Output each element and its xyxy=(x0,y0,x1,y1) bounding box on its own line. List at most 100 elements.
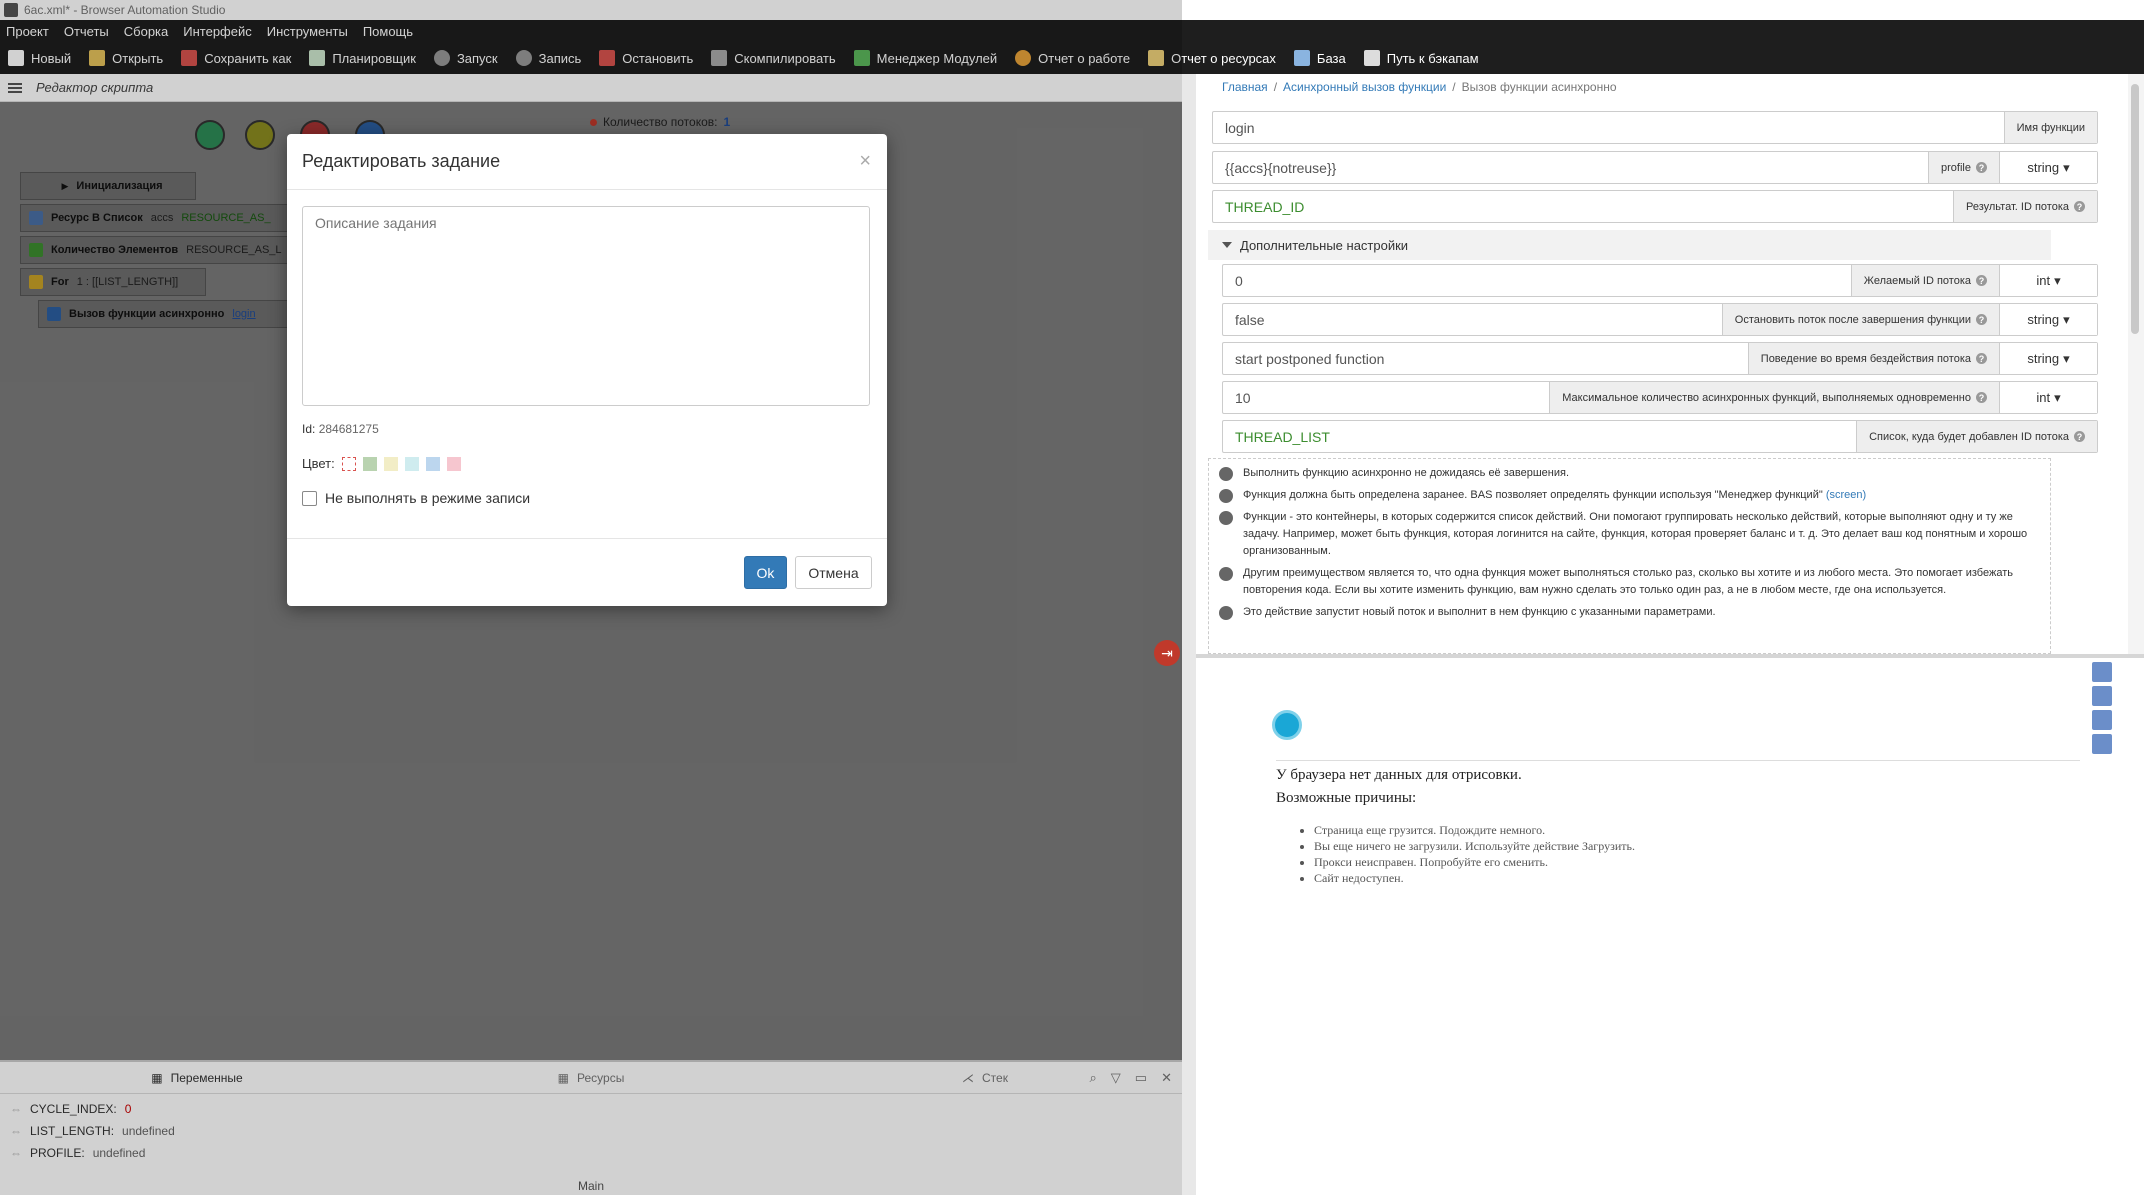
scrollbar-thumb[interactable] xyxy=(2131,84,2139,334)
info-item: Выполнить функцию асинхронно не дожидаяс… xyxy=(1219,465,2042,482)
divider xyxy=(1276,760,2080,761)
thread-id-type-value: int xyxy=(2036,273,2051,288)
info-item: Функция должна быть определена заранее. … xyxy=(1219,487,2042,504)
stop-thread-row: false Остановить поток после завершения … xyxy=(1222,303,2098,336)
function-name-label: Имя функции xyxy=(2003,112,2097,143)
color-swatch-none[interactable] xyxy=(341,456,356,471)
stop-thread-label: Остановить поток после завершения функци… xyxy=(1721,304,1999,335)
result-label-text: Результат. ID потока xyxy=(1965,200,2069,213)
thread-id-label-text: Желаемый ID потока xyxy=(1863,274,1971,287)
list-item: Вы еще ничего не загрузили. Используйте … xyxy=(1314,838,1635,854)
breadcrumb-async[interactable]: Асинхронный вызов функции xyxy=(1283,80,1446,94)
no-data-heading: У браузера нет данных для отрисовки. xyxy=(1276,767,1522,783)
thread-list-label: Список, куда будет добавлен ID потока? xyxy=(1856,421,2097,452)
color-swatch-blue[interactable] xyxy=(425,456,440,471)
advanced-settings-toggle[interactable]: Дополнительные настройки xyxy=(1208,230,2051,260)
thread-list-input[interactable]: THREAD_LIST xyxy=(1223,421,1856,452)
backup-path-button[interactable]: Путь к бэкапам xyxy=(1363,50,1479,66)
reasons-title: Возможные причины: xyxy=(1276,790,1417,806)
chevron-right-icon xyxy=(1219,606,1233,620)
task-description-input[interactable] xyxy=(302,206,870,406)
settings-icon[interactable] xyxy=(2092,734,2112,754)
help-icon[interactable]: ? xyxy=(1976,392,1987,403)
action-description: Выполнить функцию асинхронно не дожидаяс… xyxy=(1208,458,2051,654)
skip-in-record-checkbox[interactable] xyxy=(302,490,317,506)
idle-behavior-input[interactable]: start postponed function xyxy=(1223,343,1748,374)
database-icon xyxy=(1293,50,1310,66)
record-icon[interactable] xyxy=(2092,686,2112,706)
list-item: Страница еще грузится. Подождите немного… xyxy=(1314,822,1635,838)
idle-behavior-label: Поведение во время бездействия потока? xyxy=(1747,343,1999,374)
info-text: Это действие запустит новый поток и выпо… xyxy=(1243,606,1716,618)
stop-thread-type-select[interactable]: string ▾ xyxy=(1999,304,2097,335)
skip-in-record-label: Не выполнять в режиме записи xyxy=(325,490,531,506)
help-icon[interactable]: ? xyxy=(1976,275,1987,286)
help-icon[interactable]: ? xyxy=(2074,201,2085,212)
task-id: Id: 284681275 xyxy=(302,422,379,436)
advanced-settings-title: Дополнительные настройки xyxy=(1240,237,1409,253)
color-swatch-pink[interactable] xyxy=(446,456,461,471)
backup-icon xyxy=(1363,50,1380,66)
breadcrumb: Главная / Асинхронный вызов функции / Вызо… xyxy=(1222,80,1617,94)
max-async-type-value: int xyxy=(2036,390,2051,405)
dialog-header: Редактировать задание × xyxy=(287,134,887,190)
idle-behavior-type-value: string xyxy=(2027,351,2060,366)
breadcrumb-current: Вызов функции асинхронно xyxy=(1461,80,1617,94)
close-icon[interactable]: × xyxy=(859,150,871,173)
screen-link[interactable]: (screen) xyxy=(1826,489,1866,501)
browser-view[interactable]: У браузера нет данных для отрисовки. Воз… xyxy=(1196,658,2144,1195)
breadcrumb-home[interactable]: Главная xyxy=(1222,80,1268,94)
function-name-input[interactable]: login xyxy=(1213,112,2004,143)
backup-path-label: Путь к бэкапам xyxy=(1386,50,1479,66)
profile-type-select[interactable]: string ▾ xyxy=(1999,152,2097,183)
info-item: Это действие запустит новый поток и выпо… xyxy=(1219,604,2042,621)
thread-id-type-select[interactable]: int ▾ xyxy=(1999,265,2097,296)
caret-down-icon: ▾ xyxy=(2063,159,2070,175)
color-swatch-yellow[interactable] xyxy=(383,456,398,471)
color-swatch-green[interactable] xyxy=(362,456,377,471)
list-item: Сайт недоступен. xyxy=(1314,870,1635,886)
help-icon[interactable]: ? xyxy=(2074,431,2085,442)
caret-down-icon xyxy=(1222,242,1232,248)
info-text: Функция должна быть определена заранее. … xyxy=(1243,489,1823,501)
help-icon[interactable]: ? xyxy=(1976,353,1987,364)
result-input[interactable]: THREAD_ID xyxy=(1213,191,1953,222)
idle-behavior-row: start postponed function Поведение во вр… xyxy=(1222,342,2098,375)
thread-id-label: Желаемый ID потока? xyxy=(1850,265,1999,296)
stop-thread-input[interactable]: false xyxy=(1223,304,1722,335)
ok-button[interactable]: Ok xyxy=(744,556,787,589)
profile-input[interactable]: {{accs}{notreuse}} xyxy=(1213,152,1928,183)
help-icon[interactable]: ? xyxy=(1976,314,1987,325)
function-name-row: login Имя функции xyxy=(1212,111,2098,144)
vertical-splitter[interactable] xyxy=(1182,74,1196,1195)
chevron-right-icon xyxy=(1219,467,1233,481)
edit-task-dialog: Редактировать задание × Id: 284681275 Цв… xyxy=(287,134,887,606)
thread-id-input[interactable]: 0 xyxy=(1223,265,1851,296)
expand-icon[interactable] xyxy=(2092,710,2112,730)
database-button[interactable]: База xyxy=(1293,50,1346,66)
cancel-button[interactable]: Отмена xyxy=(795,556,872,589)
max-async-input[interactable]: 10 xyxy=(1223,382,1549,413)
idle-behavior-type-select[interactable]: string ▾ xyxy=(1999,343,2097,374)
breadcrumb-separator: / xyxy=(1452,80,1456,94)
browser-side-tools xyxy=(2092,662,2112,754)
help-icon[interactable]: ? xyxy=(1976,162,1987,173)
dialog-title: Редактировать задание xyxy=(302,151,501,171)
profile-label-text: profile xyxy=(1941,161,1971,174)
max-async-type-select[interactable]: int ▾ xyxy=(1999,382,2097,413)
caret-down-icon: ▾ xyxy=(2063,350,2070,366)
skip-in-record-mode[interactable]: Не выполнять в режиме записи xyxy=(302,490,530,506)
task-id-label: Id: xyxy=(302,422,316,436)
thread-list-label-text: Список, куда будет добавлен ID потока xyxy=(1869,430,2069,443)
color-swatch-cyan[interactable] xyxy=(404,456,419,471)
right-panel-scrollbar[interactable] xyxy=(2128,74,2144,664)
collapse-panel-icon[interactable]: ⇥ xyxy=(1154,640,1180,666)
wifi-icon[interactable] xyxy=(2092,662,2112,682)
stop-thread-type-value: string xyxy=(2027,312,2060,327)
max-async-label: Максимальное количество асинхронных функ… xyxy=(1549,382,1999,413)
color-label: Цвет: xyxy=(302,456,335,471)
info-text: Другим преимуществом является то, что од… xyxy=(1243,567,2013,596)
caret-down-icon: ▾ xyxy=(2054,272,2061,288)
color-picker: Цвет: xyxy=(302,456,461,471)
result-label: Результат. ID потока? xyxy=(1952,191,2097,222)
